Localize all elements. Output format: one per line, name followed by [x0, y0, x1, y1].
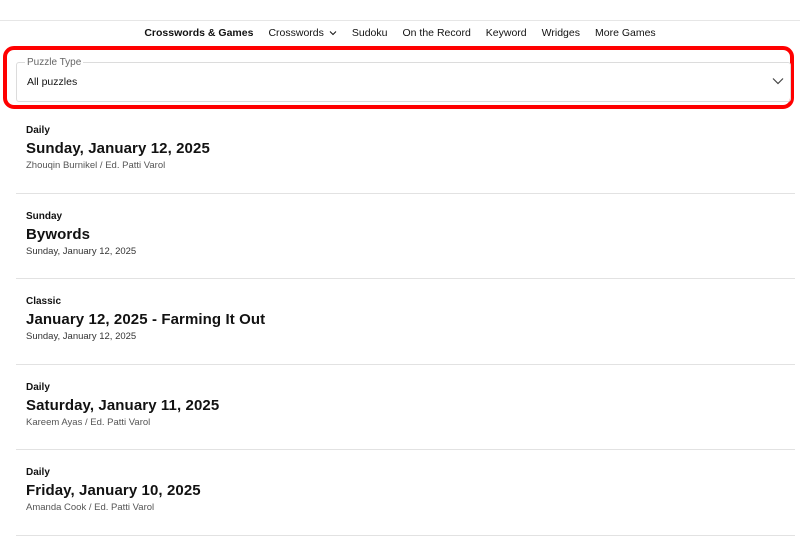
nav-item-more-games[interactable]: More Games — [587, 27, 663, 39]
puzzle-list: Daily Sunday, January 12, 2025 Zhouqin B… — [16, 108, 795, 536]
nav-label: Crosswords — [268, 27, 324, 39]
nav-item-sudoku[interactable]: Sudoku — [344, 27, 395, 39]
nav-item-wridges[interactable]: Wridges — [534, 27, 587, 39]
puzzle-type-value: All puzzles — [27, 76, 78, 88]
nav-label: More Games — [594, 27, 656, 39]
puzzle-type-tag: Classic — [26, 296, 62, 307]
nav-label: Keyword — [485, 27, 527, 39]
nav-label: Crosswords & Games — [144, 27, 254, 39]
chevron-down-icon — [772, 78, 784, 85]
nav-item-keyword[interactable]: Keyword — [478, 27, 534, 39]
puzzle-date: Sunday, January 12, 2025 — [26, 331, 137, 342]
puzzle-title: Friday, January 10, 2025 — [26, 482, 201, 499]
puzzle-list-item[interactable]: Sunday Bywords Sunday, January 12, 2025 — [16, 194, 795, 279]
puzzle-type-tag: Sunday — [26, 210, 63, 222]
top-header-bar — [0, 0, 800, 21]
puzzle-list-item[interactable]: Daily Saturday, January 11, 2025 Kareem … — [16, 365, 795, 450]
puzzle-date: Sunday, January 12, 2025 — [26, 245, 137, 257]
puzzle-type-label: Puzzle Type — [25, 57, 84, 68]
chevron-down-icon — [329, 31, 337, 36]
nav-item-crosswords[interactable]: Crosswords — [261, 27, 344, 39]
puzzle-title: Bywords — [26, 225, 91, 243]
nav-label: On the Record — [402, 27, 471, 39]
nav-item-crosswords-games[interactable]: Crosswords & Games — [137, 27, 261, 39]
puzzle-type-tag: Daily — [26, 467, 50, 478]
puzzle-list-item[interactable]: Daily Friday, January 10, 2025 Amanda Co… — [16, 450, 795, 536]
puzzle-list-item[interactable]: Daily Sunday, January 12, 2025 Zhouqin B… — [16, 108, 795, 194]
puzzle-byline: Amanda Cook / Ed. Patti Varol — [26, 502, 155, 513]
puzzle-byline: Kareem Ayas / Ed. Patti Varol — [26, 416, 151, 428]
games-nav: Crosswords & Games Crosswords Sudoku On … — [0, 21, 800, 45]
nav-label: Sudoku — [351, 27, 388, 39]
puzzle-title: Saturday, January 11, 2025 — [26, 396, 220, 414]
puzzle-byline: Zhouqin Burnikel / Ed. Patti Varol — [26, 160, 166, 171]
puzzle-type-tag: Daily — [26, 125, 50, 136]
nav-label: Wridges — [541, 27, 580, 39]
puzzle-list-item[interactable]: Classic January 12, 2025 - Farming It Ou… — [16, 279, 795, 365]
puzzle-type-tag: Daily — [26, 381, 50, 393]
nav-item-on-the-record[interactable]: On the Record — [395, 27, 478, 39]
puzzle-type-select[interactable]: Puzzle Type All puzzles — [16, 57, 791, 102]
puzzle-title: Sunday, January 12, 2025 — [26, 140, 210, 157]
puzzle-title: January 12, 2025 - Farming It Out — [26, 311, 266, 328]
